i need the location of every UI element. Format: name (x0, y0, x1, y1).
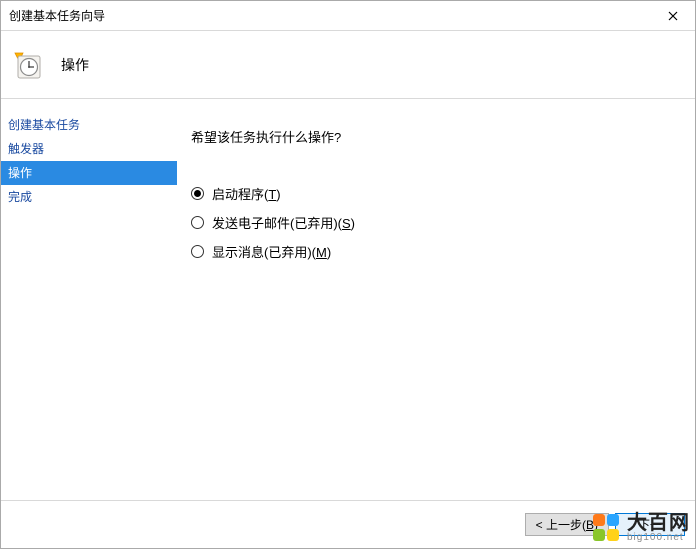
sidebar-item-trigger[interactable]: 触发器 (1, 137, 177, 161)
back-button[interactable]: < 上一步(B) (525, 513, 609, 536)
wizard-window: 创建基本任务向导 操作 创建基本任务 触发器 操作 完成 希望该任务执行什么操作… (0, 0, 696, 549)
next-button[interactable]: 下一 (615, 513, 685, 536)
wizard-header: 操作 (1, 31, 695, 99)
wizard-steps-sidebar: 创建基本任务 触发器 操作 完成 (1, 99, 177, 500)
window-title: 创建基本任务向导 (9, 7, 105, 24)
radio-show-message[interactable]: 显示消息(已弃用)(M) (191, 242, 681, 261)
wizard-content: 希望该任务执行什么操作? 启动程序(T) 发送电子邮件(已弃用)(S) 显示消息… (177, 99, 695, 500)
action-question: 希望该任务执行什么操作? (191, 127, 681, 146)
sidebar-item-create-task[interactable]: 创建基本任务 (1, 113, 177, 137)
radio-send-email[interactable]: 发送电子邮件(已弃用)(S) (191, 213, 681, 232)
radio-label: 显示消息(已弃用)(M) (212, 242, 331, 261)
wizard-footer: < 上一步(B) 下一 (1, 500, 695, 548)
page-title: 操作 (61, 55, 89, 75)
titlebar: 创建基本任务向导 (1, 1, 695, 31)
radio-icon (191, 187, 204, 200)
clock-icon (13, 50, 43, 80)
radio-start-program[interactable]: 启动程序(T) (191, 184, 681, 203)
close-icon (668, 11, 678, 21)
radio-icon (191, 216, 204, 229)
close-button[interactable] (659, 5, 687, 27)
radio-label: 发送电子邮件(已弃用)(S) (212, 213, 355, 232)
radio-icon (191, 245, 204, 258)
sidebar-item-finish[interactable]: 完成 (1, 185, 177, 209)
sidebar-item-action[interactable]: 操作 (1, 161, 177, 185)
radio-label: 启动程序(T) (212, 184, 281, 203)
wizard-body: 创建基本任务 触发器 操作 完成 希望该任务执行什么操作? 启动程序(T) 发送… (1, 99, 695, 500)
